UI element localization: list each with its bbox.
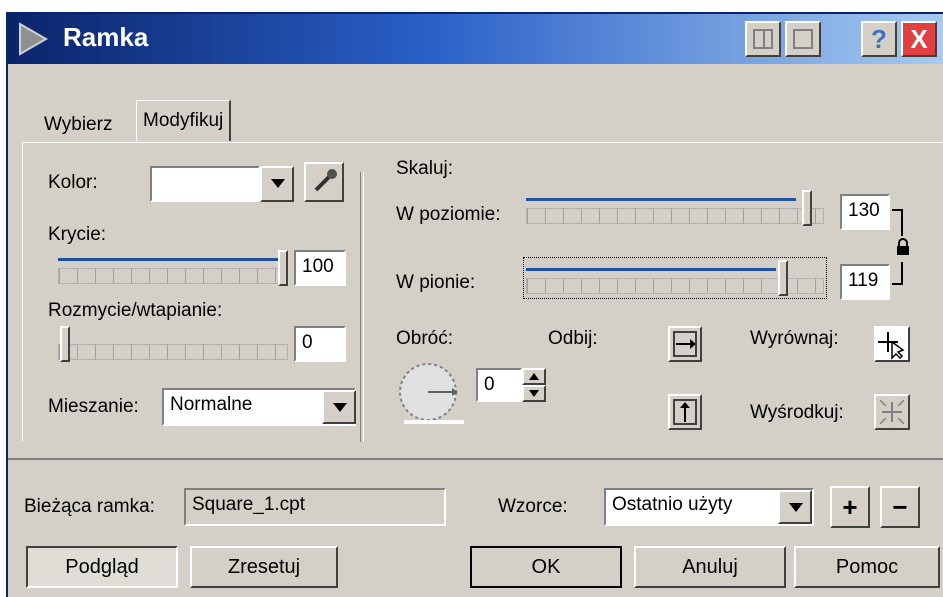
align-cursor-icon [878,332,905,360]
blur-slider[interactable] [58,326,288,362]
add-preset-button[interactable]: + [830,486,870,528]
horizontal-scale-label: W poziomie: [396,204,501,225]
blur-slider-ticks [58,344,288,360]
horizontal-slider-groove [526,198,796,201]
center-button[interactable] [874,394,910,430]
blend-mode-dropdown-button[interactable] [322,390,356,424]
remove-preset-button[interactable]: − [880,486,920,528]
rotation-dial[interactable] [396,360,470,426]
blend-label: Mieszanie: [48,396,139,417]
column-separator [360,172,364,442]
aspect-lock-button[interactable] [894,238,912,256]
rotate-input[interactable]: 0 [476,368,522,402]
bottom-bar: Bieżąca ramka: Square_1.cpt Wzorce: Osta… [8,458,943,597]
vertical-slider-groove [526,268,776,271]
eyedropper-icon [314,169,337,192]
close-button[interactable]: X [901,21,937,57]
vertical-scale-slider[interactable] [523,257,827,299]
color-label: Kolor: [48,172,98,193]
preview-button[interactable]: Podgląd [26,546,178,588]
reset-button[interactable]: Zresetuj [190,546,338,588]
align-button[interactable] [874,326,910,362]
rotate-down-button[interactable] [522,385,546,402]
window-title: Ramka [63,22,149,52]
spin-up-icon [529,373,539,380]
help-button[interactable]: Pomoc [794,546,940,588]
vertical-scale-label: W pionie: [396,272,476,293]
opacity-slider-thumb[interactable] [278,250,288,286]
flip-horizontal-icon [673,331,697,357]
presets-dropdown-button[interactable] [778,490,812,524]
ok-button[interactable]: OK [470,546,622,588]
tab-modyfikuj[interactable]: Modyfikuj [136,100,232,141]
blur-slider-thumb[interactable] [60,326,70,362]
opacity-slider-ticks [58,268,288,284]
split-view-button[interactable] [745,21,781,57]
blur-input[interactable]: 0 [294,326,346,362]
maximize-button[interactable] [785,21,821,57]
rotate-up-button[interactable] [522,368,546,385]
opacity-slider[interactable] [58,250,288,286]
horizontal-slider-ticks [526,208,824,224]
tab-container: Wybierz Modyfikuj Kolor: Krycie: 100 Roz… [8,64,943,454]
close-icon: X [910,24,928,54]
flip-vertical-button[interactable] [668,394,702,430]
opacity-input[interactable]: 100 [294,250,346,286]
help-title-button[interactable]: ? [861,21,897,57]
color-dropdown-button[interactable] [260,166,294,202]
current-frame-label: Bieżąca ramka: [24,496,155,517]
flip-horizontal-button[interactable] [668,326,702,362]
vertical-slider-thumb[interactable] [778,260,788,296]
tab-wybierz[interactable]: Wybierz [38,108,118,142]
spin-down-icon [529,390,539,397]
flip-vertical-icon [673,399,697,425]
center-label: Wyśrodkuj: [750,402,844,423]
current-frame-field: Square_1.cpt [184,488,446,526]
lock-icon [897,238,909,255]
opacity-label: Krycie: [48,224,107,245]
horizontal-scale-slider[interactable] [526,190,824,226]
opacity-slider-groove [58,258,278,261]
horizontal-scale-input[interactable]: 130 [840,194,890,230]
app-logo-icon [19,22,48,56]
horizontal-slider-thumb[interactable] [802,190,812,226]
align-label: Wyrównaj: [750,328,839,349]
rotate-label: Obróć: [396,328,454,349]
flip-label: Odbij: [548,328,598,349]
blur-label: Rozmycie/wtapianie: [48,300,223,321]
frame-dialog: Ramka ? X Wybierz Modyfikuj Kolor: Kryci… [6,12,943,597]
eyedropper-button[interactable] [304,162,344,202]
vertical-scale-input[interactable]: 119 [840,264,890,300]
cancel-button[interactable]: Anuluj [634,546,786,588]
title-bar[interactable]: Ramka ? X [8,14,943,64]
scale-label: Skaluj: [396,158,454,179]
color-swatch[interactable] [150,166,260,202]
center-cross-icon [879,399,905,425]
question-icon: ? [871,24,887,54]
presets-label: Wzorce: [498,496,568,517]
